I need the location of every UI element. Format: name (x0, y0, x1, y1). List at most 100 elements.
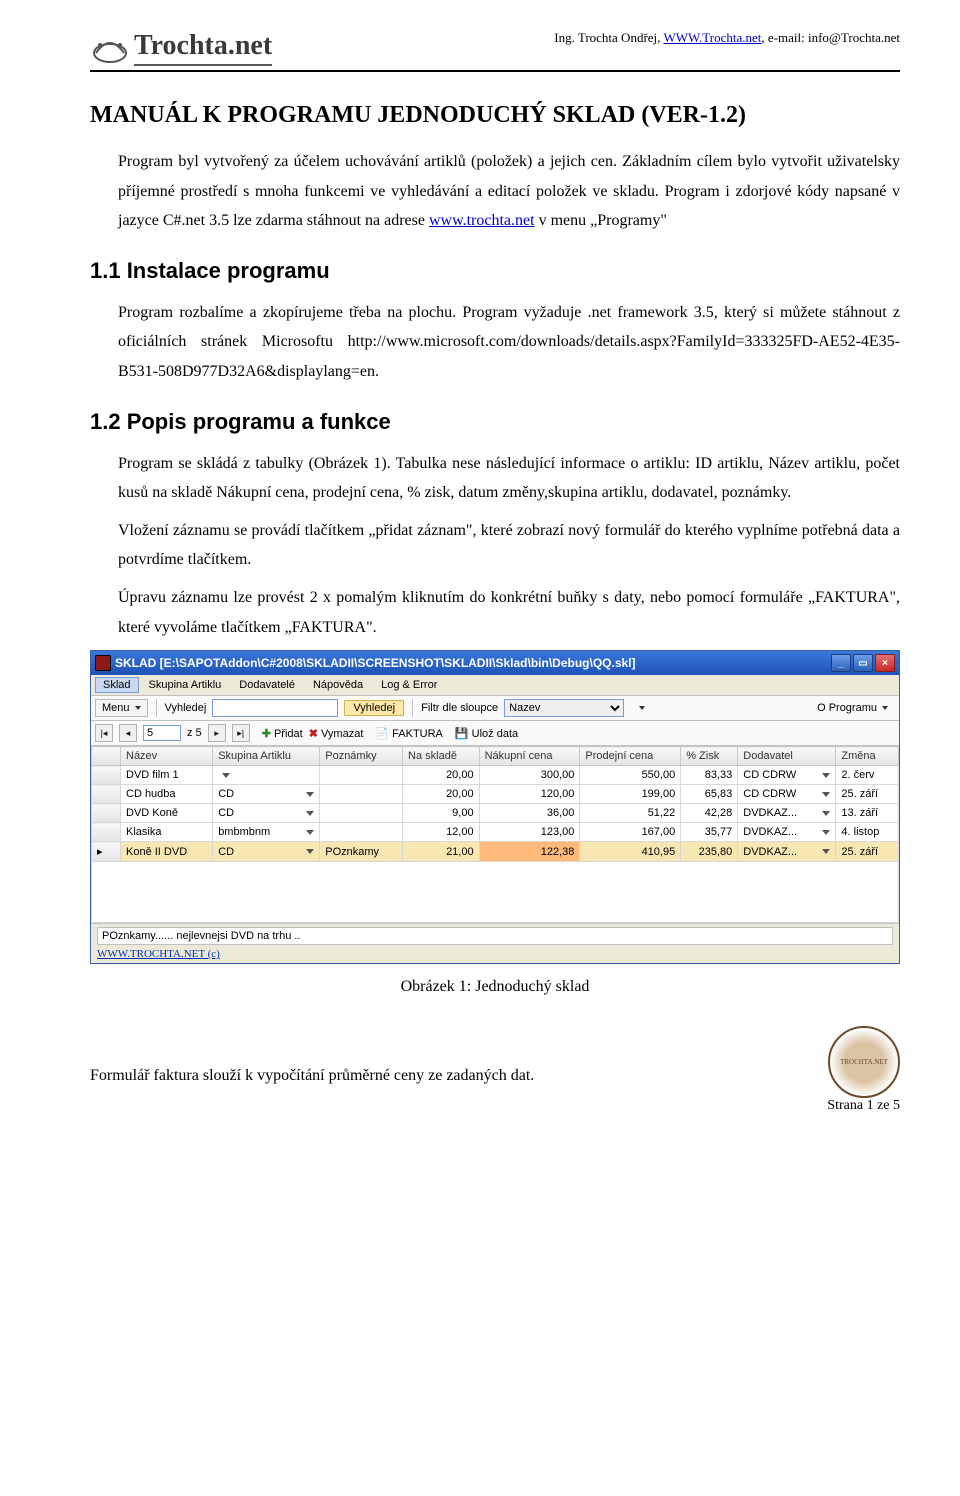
cell-poznamky[interactable] (320, 785, 403, 804)
save-button[interactable]: 💾 Ulož data (455, 727, 518, 740)
chevron-down-icon (822, 811, 830, 816)
cell-prodej[interactable]: 410,95 (580, 842, 681, 862)
search-input[interactable] (212, 699, 338, 717)
cell-skupina[interactable]: CD (213, 842, 320, 862)
toolbar-nav: |◂ ◂ z 5 ▸ ▸| ✚ Přidat ✖ Vymazat 📄 FAKTU… (91, 721, 899, 746)
col-nasklade[interactable]: Na skladě (403, 747, 480, 766)
cell-prodej[interactable]: 51,22 (580, 804, 681, 823)
cell-zisk[interactable]: 65,83 (681, 785, 738, 804)
cell-zisk[interactable]: 42,28 (681, 804, 738, 823)
table-row[interactable]: CD hudbaCD 20,00120,00199,0065,83CD CDRW2… (92, 785, 899, 804)
page-input[interactable] (143, 725, 181, 741)
data-grid[interactable]: Název Skupina Artiklu Poznámky Na skladě… (91, 746, 899, 923)
table-row[interactable]: DVD film 1 20,00300,00550,0083,33CD CDRW2… (92, 766, 899, 785)
cell-prodej[interactable]: 199,00 (580, 785, 681, 804)
cell-skupina[interactable] (213, 766, 320, 785)
chevron-down-icon (306, 811, 314, 816)
menu-log[interactable]: Log & Error (373, 677, 445, 693)
nav-next-button[interactable]: ▸ (208, 724, 226, 742)
col-skupina[interactable]: Skupina Artiklu (213, 747, 320, 766)
col-zisk[interactable]: % Zisk (681, 747, 738, 766)
cell-zisk[interactable]: 83,33 (681, 766, 738, 785)
menu-skupina[interactable]: Skupina Artiklu (141, 677, 230, 693)
cell-poznamky[interactable] (320, 823, 403, 842)
nav-first-button[interactable]: |◂ (95, 724, 113, 742)
cell-zisk[interactable]: 235,80 (681, 842, 738, 862)
chevron-down-icon (306, 830, 314, 835)
cell-nakup[interactable]: 120,00 (479, 785, 580, 804)
cell-prodej[interactable]: 550,00 (580, 766, 681, 785)
cell-nazev[interactable]: CD hudba (121, 785, 213, 804)
close-button[interactable]: × (875, 654, 895, 672)
cell-nazev[interactable]: Klasika (121, 823, 213, 842)
header-site-link[interactable]: WWW.Trochta.net (663, 30, 761, 45)
maximize-button[interactable]: ▭ (853, 654, 873, 672)
table-row[interactable]: Klasikabmbmbnm 12,00123,00167,0035,77DVDK… (92, 823, 899, 842)
status-link[interactable]: WWW.TROCHTA.NET (c) (97, 948, 220, 960)
cell-sklad[interactable]: 20,00 (403, 766, 480, 785)
cell-dodavatel[interactable]: DVDKAZ... (738, 823, 836, 842)
logo: Trochta.net (90, 30, 272, 66)
menu-dodavatele[interactable]: Dodavatelé (231, 677, 303, 693)
cell-dodavatel[interactable]: DVDKAZ... (738, 804, 836, 823)
chevron-down-icon (882, 706, 888, 710)
search-button[interactable]: Vyhledej (344, 700, 404, 716)
cell-nakup[interactable]: 123,00 (479, 823, 580, 842)
cell-dodavatel[interactable]: CD CDRW (738, 766, 836, 785)
col-prodejni[interactable]: Prodejní cena (580, 747, 681, 766)
save-icon: 💾 (455, 728, 469, 740)
about-button[interactable]: O Programu (810, 699, 895, 717)
chevron-down-icon (306, 849, 314, 854)
cell-skupina[interactable]: CD (213, 804, 320, 823)
delete-button[interactable]: ✖ Vymazat (309, 727, 364, 740)
cell-poznamky[interactable] (320, 804, 403, 823)
invoice-icon: 📄 (375, 728, 389, 740)
faktura-button[interactable]: 📄 FAKTURA (375, 727, 443, 740)
filter-column-select[interactable]: Nazev (504, 699, 624, 717)
row-header (92, 823, 121, 842)
cell-nakup[interactable]: 300,00 (479, 766, 580, 785)
cell-prodej[interactable]: 167,00 (580, 823, 681, 842)
cell-zmena[interactable]: 4. listop (836, 823, 899, 842)
cell-skupina[interactable]: bmbmbnm (213, 823, 320, 842)
add-button[interactable]: ✚ Přidat (262, 727, 303, 740)
cell-nakup[interactable]: 36,00 (479, 804, 580, 823)
cell-zisk[interactable]: 35,77 (681, 823, 738, 842)
cell-nakup[interactable]: 122,38 (479, 842, 580, 862)
cell-poznamky[interactable]: POznkamy (320, 842, 403, 862)
cell-zmena[interactable]: 2. červ (836, 766, 899, 785)
filter-apply-button[interactable] (630, 703, 652, 713)
col-poznamky[interactable]: Poznámky (320, 747, 403, 766)
cell-sklad[interactable]: 12,00 (403, 823, 480, 842)
table-row[interactable]: DVD KoněCD 9,0036,0051,2242,28DVDKAZ...13… (92, 804, 899, 823)
cell-nazev[interactable]: DVD film 1 (121, 766, 213, 785)
col-nazev[interactable]: Název (121, 747, 213, 766)
nav-last-button[interactable]: ▸| (232, 724, 250, 742)
menu-napoveda[interactable]: Nápověda (305, 677, 371, 693)
cell-sklad[interactable]: 9,00 (403, 804, 480, 823)
nav-prev-button[interactable]: ◂ (119, 724, 137, 742)
cell-poznamky[interactable] (320, 766, 403, 785)
grid-empty-area (91, 862, 899, 923)
menu-dropdown-button[interactable]: Menu (95, 699, 148, 717)
cell-sklad[interactable]: 20,00 (403, 785, 480, 804)
heading-install: 1.1 Instalace programu (90, 258, 900, 284)
col-dodavatel[interactable]: Dodavatel (738, 747, 836, 766)
cell-zmena[interactable]: 25. září (836, 842, 899, 862)
cell-nazev[interactable]: Koně II DVD (121, 842, 213, 862)
minimize-button[interactable]: _ (831, 654, 851, 672)
cell-skupina[interactable]: CD (213, 785, 320, 804)
cell-zmena[interactable]: 25. září (836, 785, 899, 804)
col-nakupni[interactable]: Nákupní cena (479, 747, 580, 766)
cell-zmena[interactable]: 13. září (836, 804, 899, 823)
cell-dodavatel[interactable]: CD CDRW (738, 785, 836, 804)
chevron-down-icon (822, 830, 830, 835)
menu-sklad[interactable]: Sklad (95, 677, 139, 693)
col-zmena[interactable]: Změna (836, 747, 899, 766)
cell-sklad[interactable]: 21,00 (403, 842, 480, 862)
cell-dodavatel[interactable]: DVDKAZ... (738, 842, 836, 862)
table-row[interactable]: ▸Koně II DVDCDPOznkamy21,00122,38410,952… (92, 842, 899, 862)
intro-link[interactable]: www.trochta.net (429, 212, 535, 229)
popis-p2: Vložení záznamu se provádí tlačítkem „př… (118, 516, 900, 575)
cell-nazev[interactable]: DVD Koně (121, 804, 213, 823)
